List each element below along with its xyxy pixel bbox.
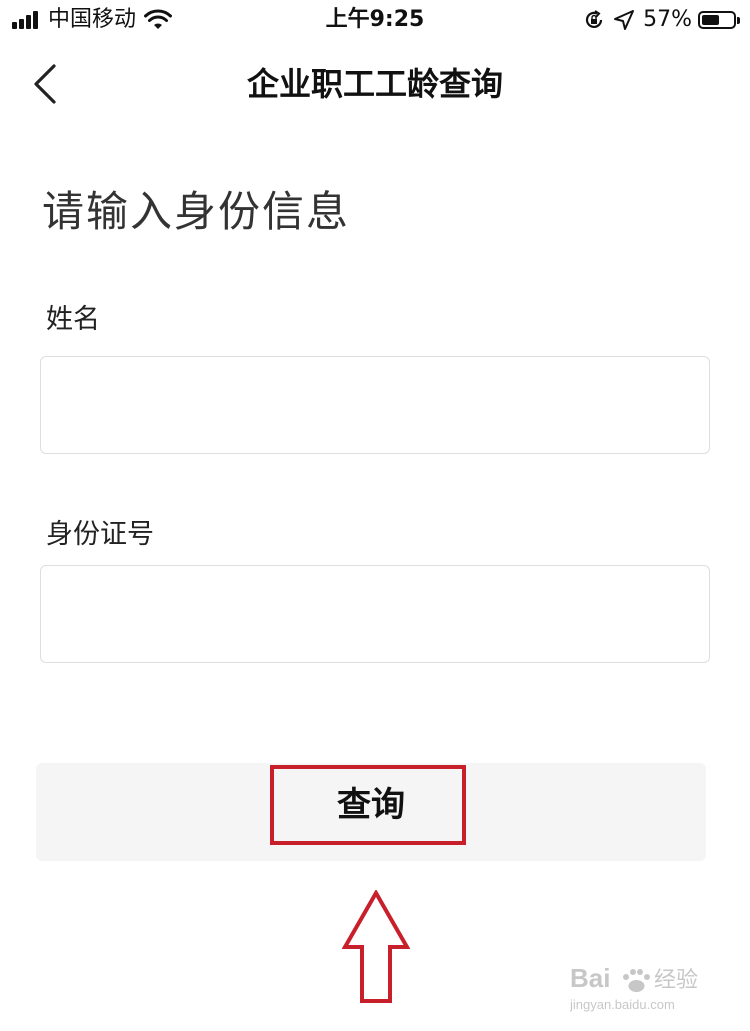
up-arrow-icon — [342, 890, 410, 1003]
location-icon — [614, 10, 635, 30]
status-bar-right: 57% — [583, 6, 740, 34]
nav-bar: 企业职工工龄查询 — [0, 44, 750, 124]
battery-percent: 57% — [643, 7, 692, 32]
baidu-watermark-logo: Bai 经验 jingyan.baidu.com — [570, 963, 698, 1012]
page-title: 企业职工工龄查询 — [246, 65, 503, 103]
svg-text:经验: 经验 — [654, 968, 698, 993]
battery-icon — [698, 11, 740, 29]
id-number-input[interactable] — [40, 565, 710, 663]
svg-text:Bai: Bai — [570, 963, 610, 993]
svg-text:jingyan.baidu.com: jingyan.baidu.com — [570, 997, 675, 1012]
battery-cap — [737, 17, 740, 24]
name-label: 姓名 — [46, 304, 100, 335]
id-number-label: 身份证号 — [46, 519, 154, 550]
highlight-box — [270, 765, 466, 845]
name-input[interactable] — [40, 356, 710, 454]
form-heading: 请输入身份信息 — [42, 187, 351, 236]
rotation-lock-icon — [586, 10, 603, 29]
status-bar: 中国移动 上午9:25 57% — [0, 0, 750, 40]
battery-fill — [702, 15, 719, 25]
